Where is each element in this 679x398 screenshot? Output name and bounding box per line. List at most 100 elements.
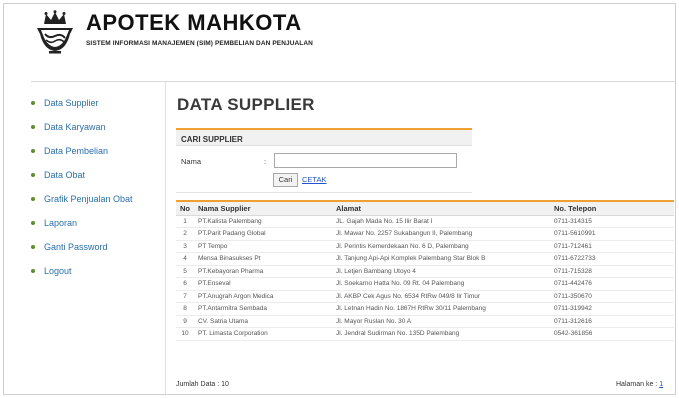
search-panel-divider xyxy=(176,192,472,193)
table-row: 3 PT Tempo Jl. Perintis Kemerdekaan No. … xyxy=(176,240,674,253)
table-row: 2 PT.Parit Padang Global Jl. Mawar No. 2… xyxy=(176,227,674,241)
cell-nama: CV. Satria Utama xyxy=(194,315,332,328)
table-row: 9 CV. Satria Utama Jl. Mayor Ruslan No. … xyxy=(176,315,674,328)
cell-telp: 0711-350670 xyxy=(550,290,674,303)
cetak-link[interactable]: CETAK xyxy=(302,175,326,184)
sidebar-item-label: Logout xyxy=(44,266,72,276)
cell-no: 8 xyxy=(176,302,194,316)
table-header-row: No Nama Supplier Alamat No. Telepon xyxy=(176,202,674,216)
sidebar-item-logout[interactable]: Logout xyxy=(31,266,72,276)
cell-no: 10 xyxy=(176,327,194,341)
table-row: 1 PT.Kalista Palembang JL. Gajah Mada No… xyxy=(176,215,674,228)
bullet-dot-icon xyxy=(31,245,35,249)
supplier-table: No Nama Supplier Alamat No. Telepon 1 PT… xyxy=(176,202,674,341)
cell-no: 9 xyxy=(176,315,194,328)
cell-alamat: JL. Gajah Mada No. 15 Ilir Barat I xyxy=(332,215,550,228)
cell-no: 4 xyxy=(176,252,194,266)
supplier-table-container: No Nama Supplier Alamat No. Telepon 1 PT… xyxy=(176,200,674,341)
cell-alamat: Jl. Mawar No. 2257 Sukabangun II, Palemb… xyxy=(332,227,550,241)
cell-nama: Mensa Binasukses Pt xyxy=(194,252,332,266)
app-title: APOTEK MAHKOTA xyxy=(86,10,302,35)
bullet-dot-icon xyxy=(31,125,35,129)
bullet-dot-icon xyxy=(31,269,35,273)
sidebar-item-grafik-penjualan-obat[interactable]: Grafik Penjualan Obat xyxy=(31,194,133,204)
search-heading: CARI SUPPLIER xyxy=(181,135,243,144)
bullet-dot-icon xyxy=(31,101,35,105)
bullet-dot-icon xyxy=(31,149,35,153)
cell-telp: 0711-715328 xyxy=(550,265,674,278)
sidebar-item-label: Laporan xyxy=(44,218,78,228)
sidebar-item-label: Data Obat xyxy=(44,170,86,180)
cari-button[interactable]: Cari xyxy=(273,173,298,187)
search-panel-header: CARI SUPPLIER xyxy=(176,130,472,146)
cell-no: 6 xyxy=(176,277,194,291)
table-row: 7 PT.Anugrah Argon Medica Jl. AKBP Cek A… xyxy=(176,290,674,303)
nama-label: Nama xyxy=(181,157,202,166)
column-header-nama-supplier: Nama Supplier xyxy=(194,202,332,216)
cell-nama: PT.Antarmitra Sembada xyxy=(194,302,332,316)
column-header-no-telepon: No. Telepon xyxy=(550,202,674,216)
cell-alamat: Jl. Letjen Bambang Utoyo 4 xyxy=(332,265,550,278)
sidebar-item-data-obat[interactable]: Data Obat xyxy=(31,170,85,180)
sidebar-divider xyxy=(165,82,166,396)
sidebar-item-laporan[interactable]: Laporan xyxy=(31,218,77,228)
cell-no: 1 xyxy=(176,215,194,228)
cell-nama: PT.Parit Padang Global xyxy=(194,227,332,241)
pagination: Halaman ke : 1 xyxy=(616,381,663,388)
sidebar-menu: Data Supplier Data Karyawan Data Pembeli… xyxy=(31,82,161,396)
table-row: 5 PT.Kebayoran Pharma Jl. Letjen Bambang… xyxy=(176,265,674,278)
cell-alamat: Jl. Jendral Sudirman No. 135D Palembang xyxy=(332,327,550,341)
table-row: 6 PT.Enseval Jl. Soekarno Hatta No. 09 R… xyxy=(176,277,674,291)
app-subtitle: SISTEM INFORMASI MANAJEMEN (SIM) PEMBELI… xyxy=(86,40,313,47)
cell-nama: PT.Enseval xyxy=(194,277,332,291)
bullet-dot-icon xyxy=(31,173,35,177)
sidebar-item-data-karyawan[interactable]: Data Karyawan xyxy=(31,122,106,132)
cell-alamat: Jl. AKBP Cek Agus No. 6534 RtRw 049/8 Il… xyxy=(332,290,550,303)
search-panel: CARI SUPPLIER Nama : Cari CETAK xyxy=(176,128,472,193)
column-header-alamat: Alamat xyxy=(332,202,550,216)
cell-nama: PT.Kebayoran Pharma xyxy=(194,265,332,278)
cell-no: 2 xyxy=(176,227,194,241)
cell-no: 3 xyxy=(176,240,194,253)
sidebar-item-data-supplier[interactable]: Data Supplier xyxy=(31,98,99,108)
cell-telp: 0711-712461 xyxy=(550,240,674,253)
page-link-1[interactable]: 1 xyxy=(659,381,663,388)
cell-nama: PT. Limasta Corporation xyxy=(194,327,332,341)
column-header-no: No xyxy=(176,202,194,216)
sidebar-item-label: Ganti Password xyxy=(44,242,108,252)
cell-no: 7 xyxy=(176,290,194,303)
cell-alamat: Jl. Letnan Hadin No. 1867H RtRw 30/11 Pa… xyxy=(332,302,550,316)
table-row: 8 PT.Antarmitra Sembada Jl. Letnan Hadin… xyxy=(176,302,674,316)
sidebar-item-data-pembelian[interactable]: Data Pembelian xyxy=(31,146,108,156)
cell-alamat: Jl. Mayor Ruslan No. 30 A xyxy=(332,315,550,328)
bullet-dot-icon xyxy=(31,221,35,225)
header: APOTEK MAHKOTA SISTEM INFORMASI MANAJEME… xyxy=(4,4,675,64)
apotek-logo-icon xyxy=(37,10,73,54)
nama-colon: : xyxy=(264,157,267,166)
app-frame: APOTEK MAHKOTA SISTEM INFORMASI MANAJEME… xyxy=(3,3,676,396)
cell-telp: 0542-361856 xyxy=(550,327,674,341)
sidebar-item-label: Data Supplier xyxy=(44,98,99,108)
pagination-label: Halaman ke : xyxy=(616,381,658,388)
bullet-dot-icon xyxy=(31,197,35,201)
cell-telp: 0711-312616 xyxy=(550,315,674,328)
cell-telp: 0711-319942 xyxy=(550,302,674,316)
sidebar-item-ganti-password[interactable]: Ganti Password xyxy=(31,242,108,252)
table-row: 4 Mensa Binasukses Pt Jl. Tanjung Api-Ap… xyxy=(176,252,674,266)
cell-nama: PT.Anugrah Argon Medica xyxy=(194,290,332,303)
cell-alamat: Jl. Perintis Kemerdekaan No. 6 D, Palemb… xyxy=(332,240,550,253)
cell-alamat: Jl. Soekarno Hatta No. 09 Rt. 04 Palemba… xyxy=(332,277,550,291)
cell-no: 5 xyxy=(176,265,194,278)
cell-nama: PT Tempo xyxy=(194,240,332,253)
sidebar-item-label: Data Pembelian xyxy=(44,146,109,156)
sidebar-item-label: Data Karyawan xyxy=(44,122,106,132)
table-row: 10 PT. Limasta Corporation Jl. Jendral S… xyxy=(176,327,674,341)
record-count: Jumlah Data : 10 xyxy=(176,381,229,388)
cell-nama: PT.Kalista Palembang xyxy=(194,215,332,228)
cell-telp: 0711-5610991 xyxy=(550,227,674,241)
sidebar-item-label: Grafik Penjualan Obat xyxy=(44,194,133,204)
cell-alamat: Jl. Tanjung Api-Api Komplek Palembang St… xyxy=(332,252,550,266)
nama-search-input[interactable] xyxy=(274,153,457,168)
cell-telp: 0711-442476 xyxy=(550,277,674,291)
cell-telp: 0711-314315 xyxy=(550,215,674,228)
